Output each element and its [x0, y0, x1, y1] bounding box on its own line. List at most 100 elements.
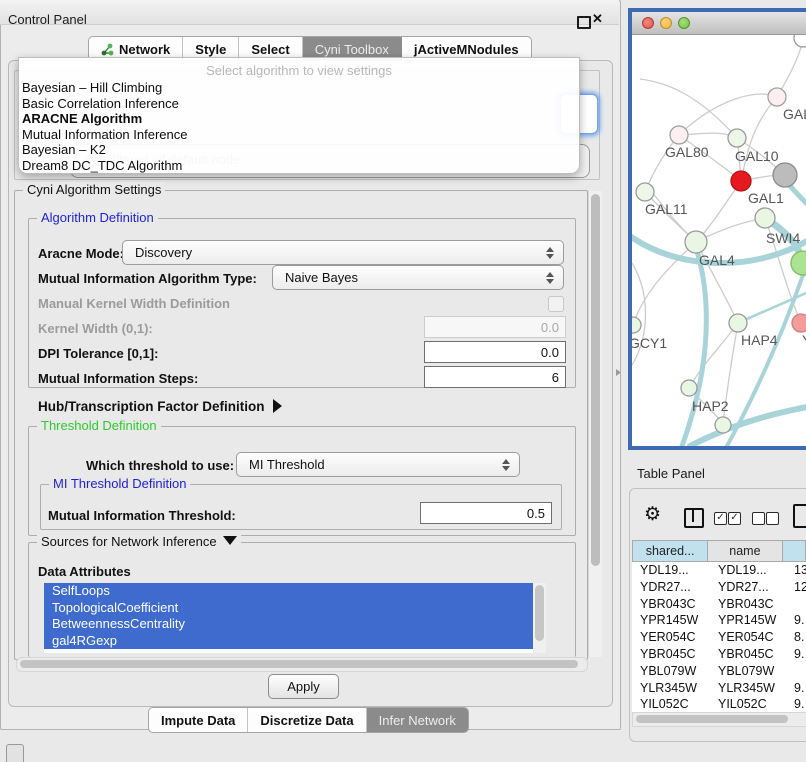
control-panel-titlebar[interactable] [0, 0, 619, 25]
settings-vertical-scrollbar[interactable] [588, 191, 602, 657]
dropdown-item-mutual-information[interactable]: Mutual Information Inference [19, 127, 579, 143]
network-node-green[interactable] [791, 251, 806, 275]
network-node-salmon[interactable] [792, 314, 806, 332]
aracne-mode-combo[interactable]: Discovery [122, 240, 564, 265]
manual-kernel-checkbox[interactable] [548, 296, 564, 312]
combo-arrows-icon [546, 247, 554, 259]
network-node-gal[interactable] [768, 88, 786, 106]
network-node-partial-bottom[interactable] [715, 417, 731, 433]
gear-icon[interactable]: ⚙ [644, 505, 661, 524]
column-header-name[interactable]: name [708, 540, 782, 562]
svg-text:GAL: GAL [783, 106, 806, 122]
which-threshold-combo[interactable]: MI Threshold [236, 452, 520, 477]
select-all-checkbox-icon[interactable]: ✓ [714, 512, 727, 525]
network-node-partial-top[interactable] [794, 35, 806, 47]
attributes-scrollbar-thumb[interactable] [535, 585, 544, 641]
network-node-gray[interactable] [773, 163, 797, 187]
settings-vertical-scrollbar-thumb[interactable] [591, 194, 600, 566]
network-graph: GAL GAL80 GAL10 GAL1 GAL11 SWI4 GAL4 GCY… [632, 35, 806, 446]
tab-impute-data[interactable]: Impute Data [149, 708, 248, 732]
collapse-down-icon [223, 536, 237, 545]
network-node-gal1[interactable] [731, 171, 751, 191]
apply-button-label: Apply [287, 679, 320, 694]
svg-text:HAP2: HAP2 [692, 398, 729, 414]
list-item-selfloops[interactable]: SelfLoops [44, 583, 546, 600]
tab-infer-network[interactable]: Infer Network [367, 708, 468, 732]
mi-threshold-field[interactable] [420, 502, 552, 524]
list-item-betweennesscentrality[interactable]: BetweennessCentrality [44, 616, 546, 633]
table-row[interactable]: YBR045CYBR045C9. [632, 646, 806, 663]
expand-right-icon [273, 399, 282, 413]
svg-text:GCY1: GCY1 [632, 335, 667, 351]
column-header-shared[interactable]: shared... [632, 540, 708, 562]
mi-steps-label: Mutual Information Steps: [38, 371, 198, 386]
manual-kernel-label: Manual Kernel Width Definition [38, 296, 230, 311]
table-row[interactable]: YPR145WYPR145W9. [632, 612, 806, 629]
network-node-labels: GAL GAL80 GAL10 GAL1 GAL11 SWI4 GAL4 GCY… [632, 106, 806, 414]
list-item-topologicalcoefficient[interactable]: TopologicalCoefficient [44, 600, 546, 617]
settings-horizontal-scrollbar-thumb[interactable] [20, 660, 578, 668]
network-canvas[interactable]: GAL GAL80 GAL10 GAL1 GAL11 SWI4 GAL4 GCY… [632, 35, 806, 446]
select-all-checkbox2-icon[interactable]: ✓ [728, 512, 741, 525]
table-row[interactable]: YBL079WYBL079W [632, 663, 806, 680]
table-row[interactable]: YDL19...YDL19...13 [632, 562, 806, 579]
mi-type-value: Naive Bayes [285, 270, 358, 285]
which-threshold-value: MI Threshold [249, 457, 325, 472]
network-node-swi4[interactable] [755, 208, 775, 228]
dropdown-item-bayesian-hill-climbing[interactable]: Bayesian – Hill Climbing [19, 80, 579, 96]
column-header-cut[interactable] [783, 540, 806, 562]
hub-definition-toggle[interactable]: Hub/Transcription Factor Definition [38, 399, 282, 414]
collapse-panel-button[interactable] [6, 744, 24, 762]
apply-button[interactable]: Apply [268, 674, 339, 699]
network-node-gal11[interactable] [636, 183, 654, 201]
settings-horizontal-scrollbar[interactable] [16, 657, 588, 672]
network-node-hap4[interactable] [729, 314, 747, 332]
network-node-gal80[interactable] [670, 126, 688, 144]
float-window-icon[interactable] [577, 16, 591, 29]
table-row[interactable]: YIL052CYIL052C9. [632, 696, 806, 712]
table-row[interactable]: YDR27...YDR27...12 [632, 579, 806, 596]
deselect-checkbox-icon[interactable] [752, 512, 765, 525]
list-item-gal4rgexp[interactable]: gal4RGexp [44, 633, 546, 650]
dropdown-item-aracne[interactable]: ARACNE Algorithm [19, 111, 579, 127]
tab-infer-network-label: Infer Network [379, 713, 456, 728]
svg-text:GAL4: GAL4 [699, 252, 735, 268]
deselect-checkbox2-icon[interactable] [766, 512, 779, 525]
close-traffic-light-icon[interactable] [642, 17, 654, 29]
svg-text:Y: Y [802, 332, 806, 348]
combo-arrows-icon [546, 272, 554, 284]
node-table[interactable]: shared... name YDL19...YDL19...13 YDR27.… [632, 540, 806, 712]
mi-type-combo[interactable]: Naive Bayes [272, 265, 564, 290]
attributes-scrollbar[interactable] [533, 583, 546, 653]
minimize-traffic-light-icon[interactable] [660, 17, 672, 29]
network-node-gal10[interactable] [728, 129, 746, 147]
mi-steps-field[interactable] [424, 366, 566, 388]
network-node-hap2[interactable] [681, 380, 697, 396]
control-panel-title: Control Panel [8, 12, 87, 27]
dropdown-item-basic-correlation[interactable]: Basic Correlation Inference [19, 96, 579, 112]
network-window-titlebar[interactable] [632, 12, 806, 35]
sources-legend[interactable]: Sources for Network Inference [37, 534, 241, 549]
table-row[interactable]: YLR345WYLR345W9. [632, 680, 806, 697]
table-row[interactable]: YBR043CYBR043C [632, 596, 806, 613]
zoom-traffic-light-icon[interactable] [678, 17, 690, 29]
threshold-definition-legend: Threshold Definition [37, 418, 161, 433]
network-node-gcy1[interactable] [632, 317, 641, 333]
columns-icon[interactable] [684, 508, 704, 528]
export-table-icon[interactable] [793, 504, 806, 528]
tab-select-label: Select [251, 42, 289, 57]
table-horizontal-scrollbar-thumb[interactable] [636, 715, 788, 723]
dropdown-item-bayesian-k2[interactable]: Bayesian – K2 [19, 142, 579, 158]
tab-style-label: Style [195, 42, 226, 57]
tab-discretize-data[interactable]: Discretize Data [248, 708, 366, 732]
dropdown-item-dream8[interactable]: Dream8 DC_TDC Algorithm [19, 158, 579, 174]
network-node-gal4[interactable] [685, 231, 707, 253]
table-horizontal-scrollbar[interactable] [632, 712, 806, 727]
dpi-tolerance-field[interactable] [424, 341, 566, 363]
kernel-width-field[interactable] [424, 316, 566, 338]
tab-network-label: Network [119, 42, 170, 57]
data-attributes-list[interactable]: SelfLoops TopologicalCoefficient Between… [44, 583, 546, 653]
algorithm-dropdown: Select algorithm to view settings Bayesi… [18, 57, 580, 174]
close-icon[interactable]: ✕ [592, 11, 603, 27]
table-row[interactable]: YER054CYER054C8. [632, 629, 806, 646]
